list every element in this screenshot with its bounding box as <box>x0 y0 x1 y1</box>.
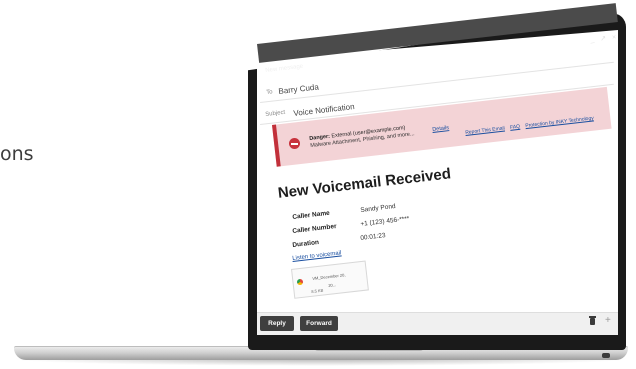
reply-button[interactable]: Reply <box>260 316 294 331</box>
plus-icon[interactable]: + <box>605 315 611 326</box>
attachment-name-continued: 20... <box>328 282 337 288</box>
forward-button[interactable]: Forward <box>300 316 338 331</box>
faq-link[interactable]: FAQ <box>510 124 521 131</box>
danger-icon <box>289 138 300 149</box>
partial-heading-text: ons <box>0 143 34 165</box>
laptop-foot <box>602 353 610 358</box>
chrome-icon <box>297 279 303 285</box>
trash-icon[interactable] <box>589 316 596 325</box>
to-label: To <box>266 89 273 96</box>
